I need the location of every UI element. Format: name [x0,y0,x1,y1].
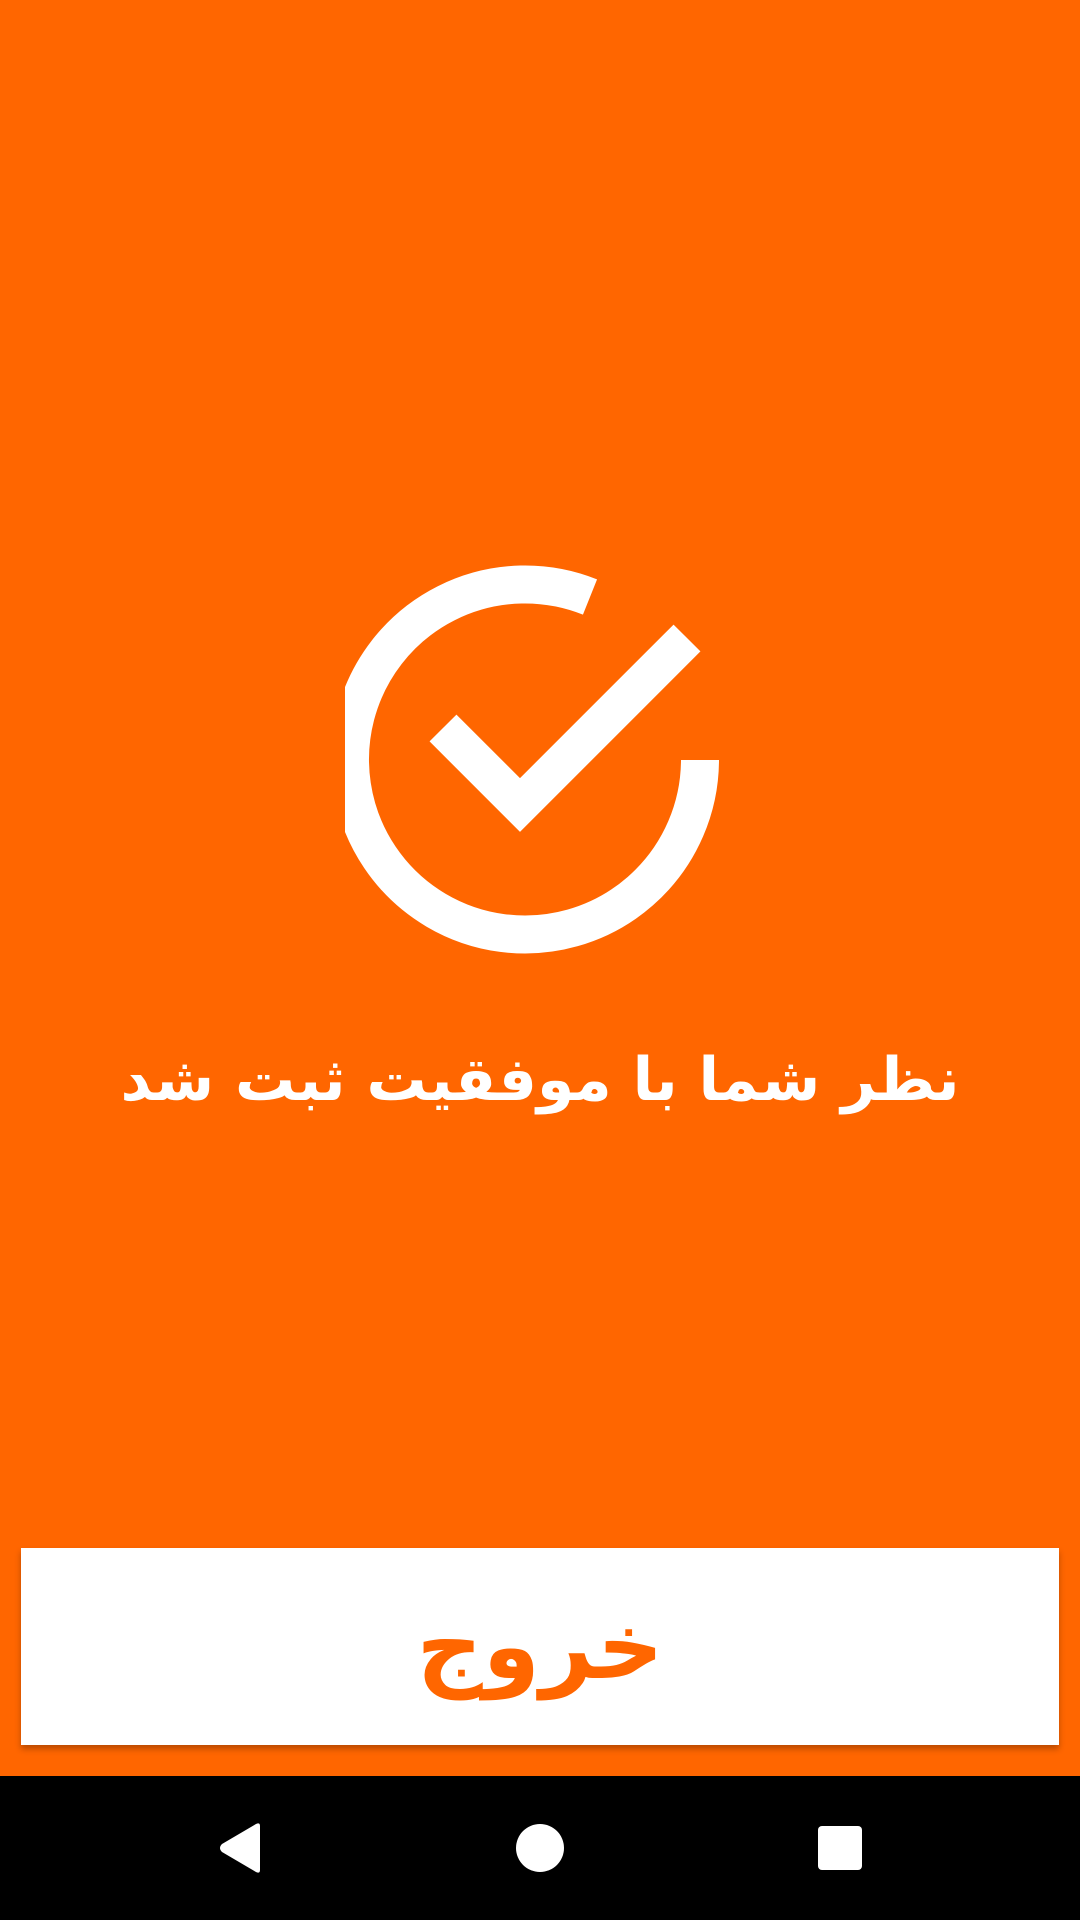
success-screen: نظر شما با موفقیت ثبت شد خروج [0,0,1080,1920]
success-message: نظر شما با موفقیت ثبت شد [120,1045,960,1115]
exit-button-label: خروج [416,1593,664,1700]
navigation-bar [0,1776,1080,1920]
home-circle-icon[interactable] [468,1776,612,1920]
back-triangle-icon[interactable] [168,1776,312,1920]
exit-button[interactable]: خروج [21,1548,1059,1745]
recents-square-icon[interactable] [768,1776,912,1920]
check-circle-icon [345,565,735,955]
